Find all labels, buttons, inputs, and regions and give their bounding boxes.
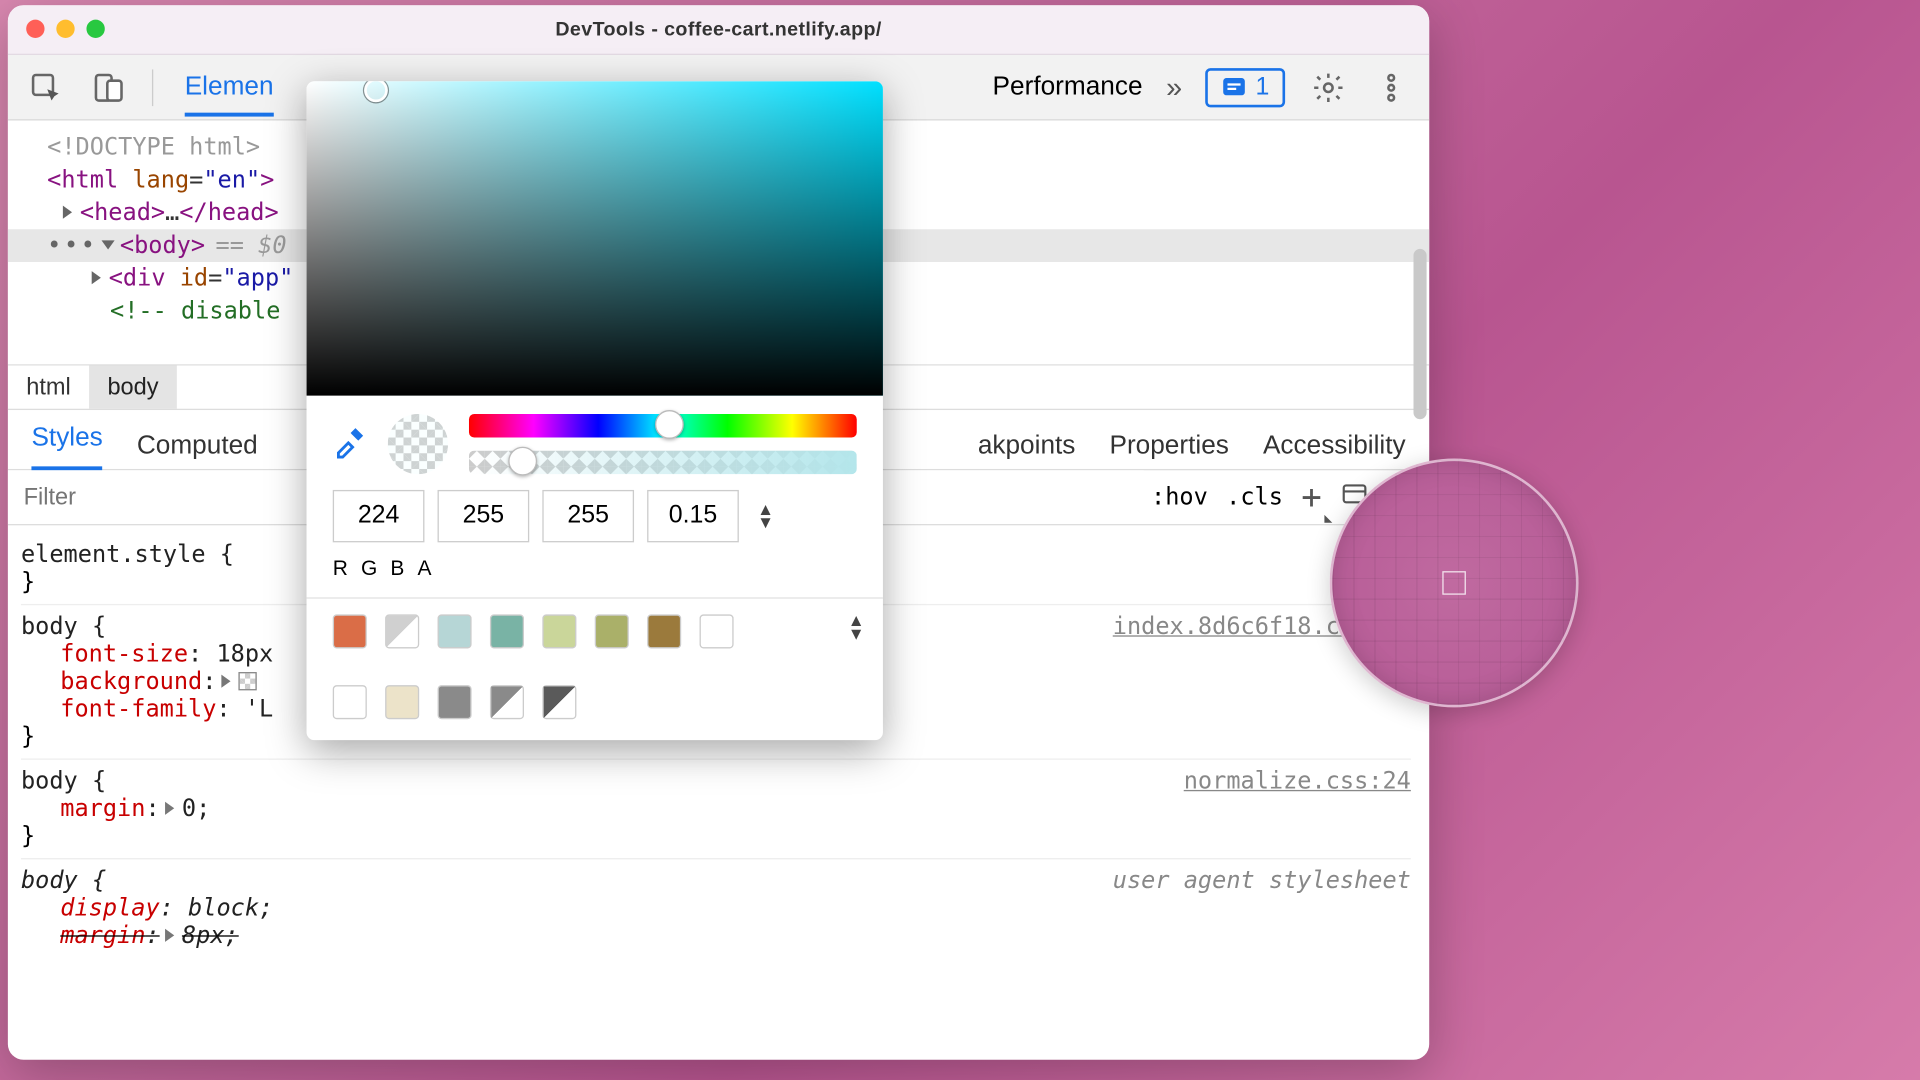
tab-elements[interactable]: Elemen — [185, 72, 274, 117]
minimize-window-button[interactable] — [56, 20, 74, 38]
eyedropper-magnifier[interactable] — [1330, 458, 1579, 707]
source-link-normalize[interactable]: normalize.css:24 — [1184, 768, 1411, 796]
label-b: B — [390, 558, 404, 582]
devtools-window: DevTools - coffee-cart.netlify.app/ Elem… — [8, 5, 1429, 1060]
rgba-r-input[interactable] — [333, 490, 425, 542]
cls-toggle[interactable]: .cls — [1226, 483, 1283, 511]
window-titlebar: DevTools - coffee-cart.netlify.app/ — [8, 5, 1429, 55]
swatch[interactable] — [385, 614, 419, 648]
swatch[interactable] — [385, 685, 419, 719]
panel-tabs: Elemen — [185, 72, 274, 102]
alpha-slider[interactable] — [469, 451, 857, 475]
swatch[interactable] — [333, 685, 367, 719]
more-tabs-chevron-icon[interactable]: » — [1166, 70, 1182, 104]
kebab-menu-icon[interactable] — [1372, 67, 1411, 106]
tab-performance[interactable]: Performance — [993, 72, 1143, 102]
device-toolbar-icon[interactable] — [89, 67, 128, 106]
subtab-breakpoints-frag[interactable]: akpoints — [978, 431, 1076, 461]
eyedropper-icon[interactable] — [333, 424, 367, 465]
rgba-a-input[interactable] — [647, 490, 739, 542]
swatch[interactable] — [490, 685, 524, 719]
color-swatch-icon[interactable] — [239, 672, 257, 690]
swatch[interactable] — [542, 614, 576, 648]
swatch[interactable] — [542, 685, 576, 719]
swatch[interactable] — [595, 614, 629, 648]
zoom-window-button[interactable] — [86, 20, 104, 38]
swatch[interactable] — [438, 614, 472, 648]
source-ua: user agent stylesheet — [1113, 867, 1411, 895]
rule-body-ua[interactable]: user agent stylesheet body { display: bl… — [21, 858, 1411, 958]
elements-scrollbar[interactable] — [1413, 249, 1426, 419]
rgba-g-input[interactable] — [438, 490, 530, 542]
settings-gear-icon[interactable] — [1309, 67, 1348, 106]
subtab-accessibility[interactable]: Accessibility — [1263, 431, 1406, 461]
label-r: R — [333, 558, 348, 582]
breadcrumb-html[interactable]: html — [8, 365, 89, 408]
subtab-properties[interactable]: Properties — [1109, 431, 1228, 461]
swatch[interactable] — [647, 614, 681, 648]
palette-stepper[interactable]: ▲▼ — [848, 614, 865, 640]
issues-badge[interactable]: 1 — [1206, 67, 1285, 106]
hov-toggle[interactable]: :hov — [1151, 483, 1208, 511]
label-g: G — [361, 558, 377, 582]
saturation-value-area[interactable] — [307, 81, 883, 395]
color-picker-popover: ▲▼ R G B A ▲▼ — [307, 81, 883, 740]
issues-count: 1 — [1256, 73, 1270, 102]
swatch[interactable] — [438, 685, 472, 719]
label-a: A — [417, 558, 431, 582]
rule-body-normalize[interactable]: normalize.css:24 body { margin:0; } — [21, 758, 1411, 858]
window-title: DevTools - coffee-cart.netlify.app/ — [555, 18, 881, 40]
swatch[interactable] — [490, 614, 524, 648]
swatch[interactable] — [333, 614, 367, 648]
subtab-computed[interactable]: Computed — [137, 431, 258, 461]
dom-doctype: <!DOCTYPE html> — [47, 134, 260, 162]
sv-cursor[interactable] — [364, 81, 388, 102]
swatch[interactable] — [700, 614, 734, 648]
breadcrumb-body[interactable]: body — [89, 365, 177, 408]
color-palette: ▲▼ — [307, 601, 883, 740]
current-color-preview — [388, 414, 448, 474]
subtab-styles[interactable]: Styles — [31, 423, 102, 470]
traffic-lights — [26, 20, 105, 38]
format-stepper[interactable]: ▲▼ — [757, 503, 774, 529]
rgba-b-input[interactable] — [542, 490, 634, 542]
close-window-button[interactable] — [26, 20, 44, 38]
new-style-rule-button[interactable]: + — [1301, 477, 1322, 516]
hue-slider[interactable] — [469, 414, 857, 438]
inspect-element-icon[interactable] — [26, 67, 65, 106]
